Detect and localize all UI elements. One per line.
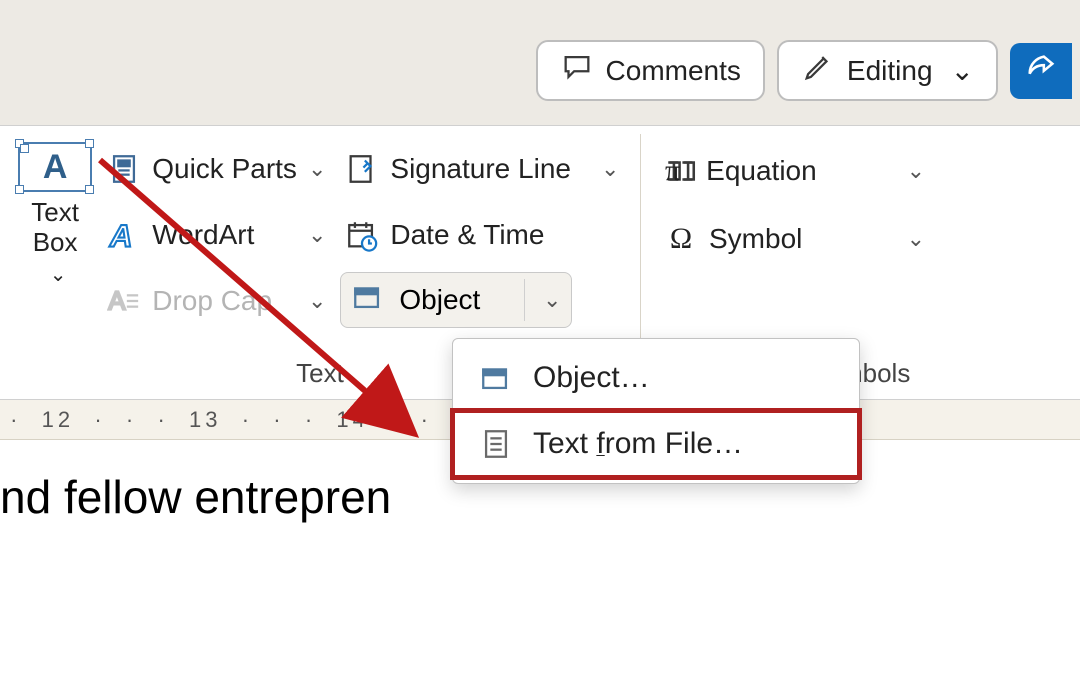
svg-text:A: A [109,218,133,252]
date-time-button[interactable]: Date & Time [340,206,638,264]
signature-line-button[interactable]: Signature Line ⌄ [340,140,638,198]
menu-item-text-from-file[interactable]: Text from File… [453,411,859,477]
chevron-down-icon: ⌄ [308,288,326,314]
object-icon [351,280,385,321]
date-time-label: Date & Time [390,219,544,251]
object-icon [479,361,513,395]
quick-parts-button[interactable]: Quick Parts ⌄ [102,140,330,198]
word-art-icon: A [106,218,142,252]
text-box-label-1: Text [31,197,79,227]
drop-cap-button: A Drop Cap ⌄ [102,272,330,330]
quick-parts-label: Quick Parts [152,153,297,185]
object-split-button[interactable]: Object ⌄ [340,272,572,328]
pencil-icon [801,50,835,91]
omega-icon: Ω [663,222,699,256]
object-label: Object [399,284,480,316]
editing-label: Editing [847,55,933,87]
share-icon [1024,51,1058,90]
word-art-label: WordArt [152,219,254,251]
text-box-button[interactable]: A Text Box ⌄ [18,138,92,330]
ruler-mark: 12 [42,407,74,433]
ruler-mark: 14 [336,407,368,433]
chevron-down-icon: ⌄ [308,156,326,182]
equation-label: Equation [706,155,817,187]
chevron-down-icon: ⌄ [907,226,925,252]
editing-mode-button[interactable]: Editing ⌄ [777,40,998,101]
word-art-button[interactable]: A WordArt ⌄ [102,206,330,264]
drop-cap-label: Drop Cap [152,285,272,317]
date-time-icon [344,218,380,252]
menu-item-object[interactable]: Object… [453,345,859,411]
comments-button[interactable]: Comments [536,40,765,101]
chevron-down-icon: ⌄ [308,222,326,248]
quick-parts-icon [106,152,142,186]
chevron-down-icon: ⌄ [951,54,974,87]
object-dropdown-menu: Object… Text from File… [452,338,860,484]
share-button[interactable] [1010,43,1072,99]
menu-item-object-label: Object… [533,361,650,395]
chevron-down-icon: ⌄ [50,264,67,286]
ruler-mark: 13 [189,407,221,433]
file-text-icon [479,427,513,461]
chevron-down-icon: ⌄ [601,156,619,182]
equation-button[interactable]: π Equation ⌄ [659,142,929,200]
signature-icon [344,152,380,186]
text-box-label-2: Box [33,227,78,257]
chevron-down-icon: ⌄ [543,287,561,313]
document-text: nd fellow entrepren [0,470,391,524]
comment-icon [560,50,594,91]
signature-line-label: Signature Line [390,153,571,185]
comments-label: Comments [606,55,741,87]
text-box-icon: A [18,142,92,192]
menu-item-text-from-file-label: Text from File… [533,427,743,461]
symbol-button[interactable]: Ω Symbol ⌄ [659,210,929,268]
drop-cap-icon: A [106,284,142,318]
symbol-label: Symbol [709,223,802,255]
chevron-down-icon: ⌄ [907,158,925,184]
svg-text:A: A [109,288,126,316]
